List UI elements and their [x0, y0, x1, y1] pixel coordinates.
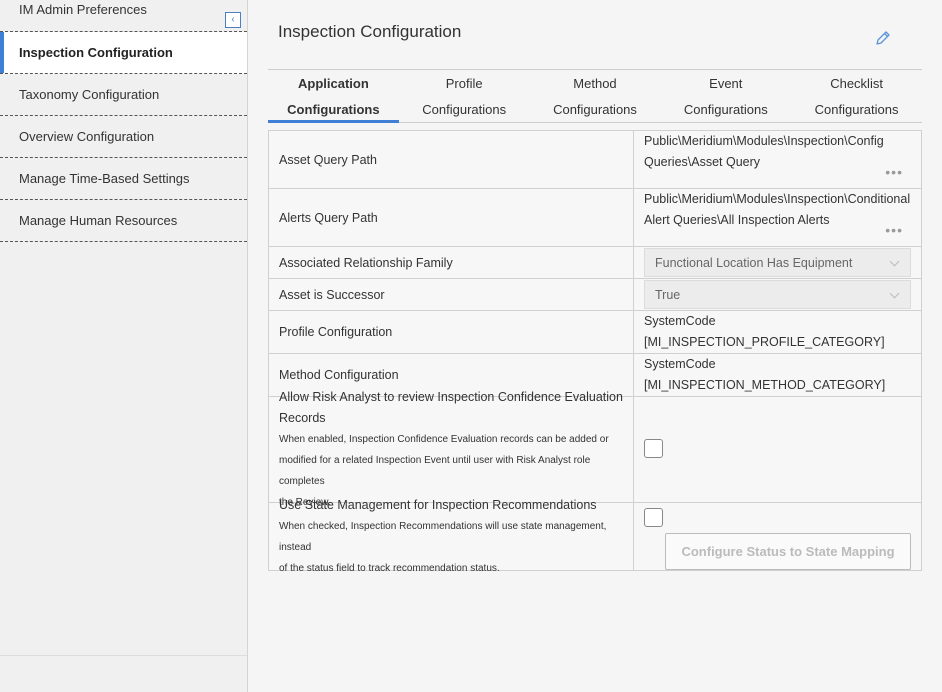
profile-configuration-value: SystemCode [MI_INSPECTION_PROFILE_CATEGO… [634, 311, 921, 353]
row-profile-configuration: Profile Configuration SystemCode [MI_INS… [269, 311, 921, 354]
config-tabs: Application Configurations Profile Confi… [268, 69, 922, 123]
value-line1: SystemCode [644, 314, 716, 328]
value-line2: [MI_INSPECTION_METHOD_CATEGORY] [644, 378, 886, 392]
settings-grid: Asset Query Path Public\Meridium\Modules… [268, 130, 922, 574]
value-line2: Alert Queries\All Inspection Alerts [644, 213, 830, 227]
row-asset-query-path: Asset Query Path Public\Meridium\Modules… [269, 131, 921, 189]
chevron-down-icon [889, 256, 900, 266]
configure-status-to-state-mapping-button[interactable]: Configure Status to State Mapping [665, 533, 911, 570]
sidebar-item-label: Inspection Configuration [19, 45, 173, 60]
value-line1: Public\Meridium\Modules\Inspection\Confi… [644, 134, 884, 148]
row-allow-risk-analyst-review: Allow Risk Analyst to review Inspection … [269, 390, 921, 508]
tab-label-line1: Method [573, 76, 617, 91]
value-line1: Public\Meridium\Modules\Inspection\Condi… [644, 192, 911, 206]
sidebar-item-label: Manage Time-Based Settings [19, 171, 190, 186]
tab-label-line1: Application [298, 76, 369, 91]
collapse-sidebar-button[interactable]: ‹ [225, 12, 241, 28]
tab-event-configurations[interactable]: Event Configurations [660, 70, 791, 122]
row-use-state-management: Use State Management for Inspection Reco… [269, 498, 921, 574]
row-label-line1: Allow Risk Analyst to review Inspection … [279, 389, 623, 404]
alerts-query-value: Public\Meridium\Modules\Inspection\Condi… [634, 189, 921, 246]
relationship-value-cell: Functional Location Has Equipment [634, 247, 921, 278]
row-label: Asset is Successor [269, 279, 634, 310]
row-associated-relationship-family: Associated Relationship Family Functiona… [269, 247, 921, 279]
risk-analyst-label-cell: Allow Risk Analyst to review Inspection … [269, 390, 634, 508]
value-line2: [MI_INSPECTION_PROFILE_CATEGORY] [644, 335, 885, 349]
row-label: Profile Configuration [269, 311, 634, 353]
allow-risk-analyst-checkbox[interactable] [644, 439, 663, 458]
state-management-value-cell: Configure Status to State Mapping [634, 503, 921, 570]
sidebar-item-inspection-configuration[interactable]: Inspection Configuration [0, 32, 247, 74]
asset-is-successor-select[interactable]: True [644, 280, 911, 309]
tab-label-line1: Event [709, 76, 743, 91]
row-label: Alerts Query Path [269, 189, 634, 246]
value-line1: SystemCode [644, 357, 716, 371]
risk-analyst-value-cell [634, 397, 921, 502]
sidebar-item-overview-configuration[interactable]: Overview Configuration [0, 116, 247, 158]
browse-alerts-query-button[interactable]: ••• [885, 223, 903, 237]
help-text-line2: modified for a related Inspection Event … [279, 454, 591, 487]
sidebar-title: IM Admin Preferences [19, 2, 147, 17]
browse-asset-query-button[interactable]: ••• [885, 165, 903, 179]
tab-method-configurations[interactable]: Method Configurations [530, 70, 661, 122]
tab-label-line2: Configurations [422, 102, 507, 117]
row-label: Asset Query Path [269, 131, 634, 188]
sidebar-item-label: Overview Configuration [19, 129, 155, 144]
main-panel: Inspection Configuration Application Con… [249, 0, 942, 692]
select-value: True [655, 287, 681, 302]
sidebar-item-label: Manage Human Resources [19, 213, 178, 228]
state-management-label-cell: Use State Management for Inspection Reco… [269, 498, 634, 574]
successor-value-cell: True [634, 279, 921, 310]
row-asset-is-successor: Asset is Successor True [269, 279, 921, 311]
value-line2: Queries\Asset Query [644, 155, 761, 169]
row-label: Use State Management for Inspection Reco… [279, 497, 597, 512]
pencil-icon [876, 31, 890, 45]
page-title: Inspection Configuration [278, 22, 462, 41]
relationship-family-select[interactable]: Functional Location Has Equipment [644, 248, 911, 277]
chevron-down-icon [889, 288, 900, 298]
tab-label-line1: Checklist [830, 76, 883, 91]
tab-label-line2: Configurations [683, 102, 768, 117]
tab-label-line1: Profile [445, 76, 483, 91]
sidebar-item-taxonomy-configuration[interactable]: Taxonomy Configuration [0, 74, 247, 116]
row-label: Associated Relationship Family [269, 247, 634, 278]
help-text-line1: When checked, Inspection Recommendations… [279, 520, 607, 553]
tab-label-line2: Configurations [287, 102, 380, 117]
tab-profile-configurations[interactable]: Profile Configurations [399, 70, 530, 122]
use-state-management-checkbox[interactable] [644, 508, 663, 527]
tab-label-line2: Configurations [814, 102, 899, 117]
sidebar-item-manage-human-resources[interactable]: Manage Human Resources [0, 200, 247, 242]
tab-label-line2: Configurations [553, 102, 637, 117]
tab-checklist-configurations[interactable]: Checklist Configurations [791, 70, 922, 122]
sidebar-item-label: Taxonomy Configuration [19, 87, 160, 102]
sidebar-header: IM Admin Preferences ‹ [0, 0, 247, 32]
edit-button[interactable] [873, 28, 893, 48]
select-value: Functional Location Has Equipment [655, 255, 853, 270]
chevron-left-icon: ‹ [231, 14, 235, 25]
row-alerts-query-path: Alerts Query Path Public\Meridium\Module… [269, 189, 921, 247]
asset-query-value: Public\Meridium\Modules\Inspection\Confi… [634, 131, 921, 188]
sidebar-item-manage-time-based-settings[interactable]: Manage Time-Based Settings [0, 158, 247, 200]
help-text-line2: of the status field to track recommendat… [279, 562, 500, 574]
help-text-line1: When enabled, Inspection Confidence Eval… [279, 433, 609, 445]
sidebar-footer [0, 655, 247, 692]
tab-application-configurations[interactable]: Application Configurations [268, 70, 399, 123]
sidebar: IM Admin Preferences ‹ Inspection Config… [0, 0, 248, 692]
row-label-line2: Records [279, 410, 326, 425]
method-configuration-value: SystemCode [MI_INSPECTION_METHOD_CATEGOR… [634, 354, 921, 396]
